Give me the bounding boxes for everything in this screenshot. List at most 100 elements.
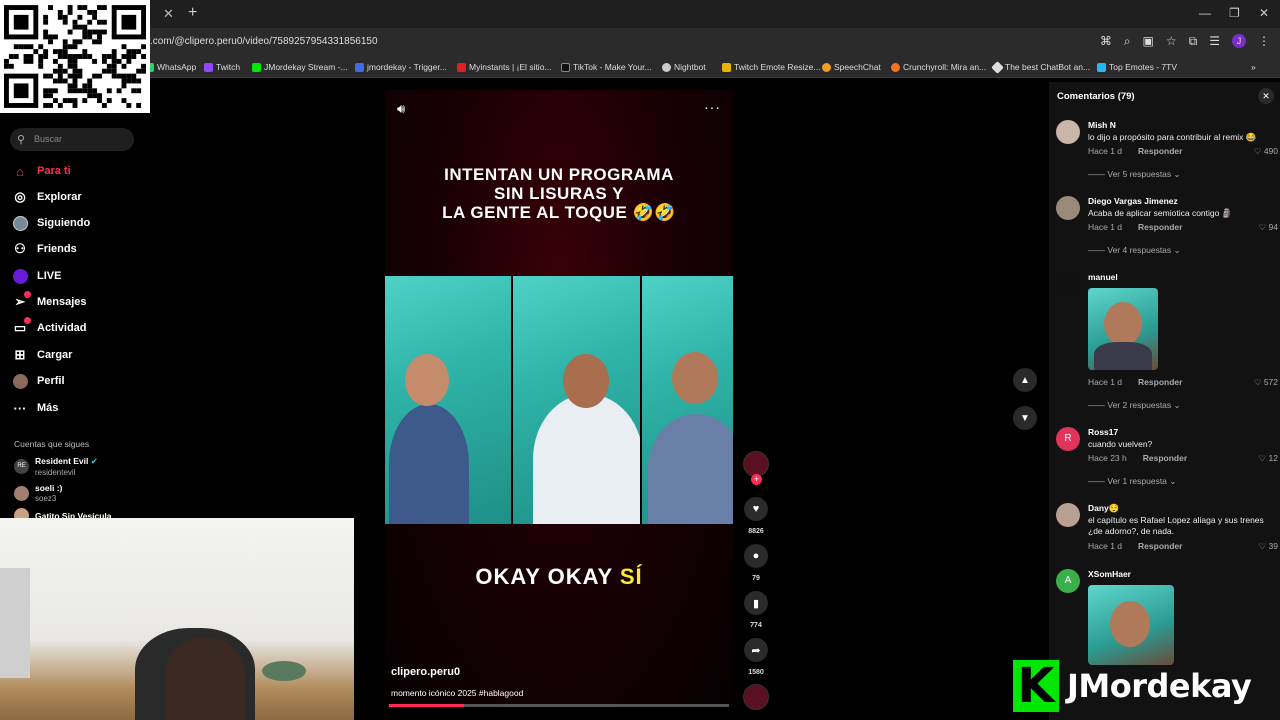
minimize-icon[interactable]: — (1199, 6, 1211, 20)
volume-icon[interactable]: 🔊︎ (397, 101, 405, 117)
follow-item[interactable]: soeli :) soez3 (14, 483, 62, 503)
qr-module (111, 54, 117, 59)
reply-button[interactable]: Responder (1138, 541, 1182, 551)
bookmark-whatsapp[interactable]: WhatsApp (145, 62, 196, 72)
follow-item[interactable]: RE Resident Evil ✔ residentevil (14, 456, 98, 477)
view-replies-button[interactable]: —— Ver 5 respuestas ⌄ (1088, 169, 1181, 180)
share-button[interactable]: ➦ (744, 638, 768, 662)
translate-icon[interactable]: ⌘ (1100, 34, 1112, 49)
search-input[interactable]: Buscar (10, 128, 134, 151)
qr-module (57, 54, 63, 59)
qr-module (57, 78, 63, 84)
bookmark-trigger[interactable]: jmordekay - Trigger... (355, 62, 447, 72)
bookmark-jmordekay-stream[interactable]: JMordekay Stream -... (252, 62, 348, 72)
live-icon (12, 268, 28, 284)
nav-perfil[interactable]: Perfil (12, 370, 65, 392)
profile-avatar[interactable]: J (1232, 34, 1246, 48)
qr-module (101, 5, 107, 10)
comment-image[interactable] (1088, 585, 1174, 665)
qr-module (141, 68, 146, 74)
reply-button[interactable]: Responder (1138, 146, 1182, 156)
video-player[interactable]: 🔊︎ ··· INTENTAN UN PROGRAMA SIN LISURAS … (385, 90, 733, 708)
tab-close-icon[interactable]: ✕ (163, 6, 174, 22)
compass-icon: ◎ (14, 189, 26, 204)
restore-icon[interactable]: ❐ (1229, 6, 1240, 20)
like-button[interactable]: ♥ (744, 497, 768, 521)
qr-module (43, 19, 49, 25)
nav-explorar[interactable]: ◎ Explorar (12, 186, 81, 208)
bookmark-speechchat[interactable]: SpeechChat (822, 62, 881, 72)
bookmark-myinstants[interactable]: Myinstants | ¡El sitio... (457, 62, 552, 72)
comment-button[interactable]: ● (744, 544, 768, 568)
view-replies-button[interactable]: —— Ver 2 respuestas ⌄ (1088, 400, 1181, 411)
bookmark-twitch-emote[interactable]: Twitch Emote Resize... (722, 62, 820, 72)
qr-module (67, 44, 73, 50)
qr-module (77, 54, 83, 59)
avatar[interactable] (1056, 196, 1080, 220)
avatar[interactable]: R (1056, 427, 1080, 451)
follow-plus-icon[interactable]: + (751, 474, 762, 485)
qr-module (33, 49, 39, 55)
bookmark-7tv[interactable]: Top Emotes - 7TV (1097, 62, 1177, 72)
qr-module (67, 9, 73, 15)
qr-module (57, 9, 63, 15)
bookmark-chatbot[interactable]: The best ChatBot an... (991, 60, 1090, 74)
qr-module (87, 83, 93, 89)
nav-mensajes[interactable]: ➢ Mensajes (12, 291, 87, 313)
nav-live[interactable]: LIVE (12, 265, 61, 287)
video-author[interactable]: clipero.peru0 (391, 666, 460, 678)
nav-para-ti[interactable]: ⌂ Para ti (12, 160, 71, 182)
qr-module (111, 68, 117, 74)
reply-button[interactable]: Responder (1143, 453, 1187, 463)
view-replies-button[interactable]: —— Ver 4 respuestas ⌄ (1088, 245, 1181, 256)
comment-like-button[interactable]: ♡ 39 (1259, 541, 1278, 552)
bookmark-tiktok[interactable]: TikTok - Make Your... (561, 62, 652, 72)
qr-module (116, 88, 122, 94)
more-options-icon[interactable]: ··· (704, 99, 721, 115)
bookmark-crunchyroll[interactable]: Crunchyroll: Mira an... (891, 62, 986, 72)
qr-module (101, 19, 107, 25)
reading-list-icon[interactable]: ☰ (1209, 34, 1220, 49)
qr-module (13, 44, 19, 50)
activity-icon: ▭ (12, 317, 31, 336)
nav-mas[interactable]: ··· Más (12, 397, 59, 419)
comment-like-button[interactable]: ♡ 12 (1259, 453, 1278, 464)
next-video-button[interactable]: ▼ (1013, 406, 1037, 430)
view-replies-button[interactable]: —— Ver 1 respuesta ⌄ (1088, 476, 1176, 487)
comment-like-button[interactable]: ♡ 490 (1254, 146, 1278, 157)
comment-like-button[interactable]: ♡ 572 (1254, 377, 1278, 388)
avatar[interactable] (1056, 272, 1080, 296)
reply-button[interactable]: Responder (1138, 222, 1182, 232)
nav-friends[interactable]: ⚇ Friends (12, 238, 77, 260)
bookmark-nightbot[interactable]: Nightbot (662, 62, 706, 72)
previous-video-button[interactable]: ▲ (1013, 368, 1037, 392)
avatar[interactable] (1056, 120, 1080, 144)
menu-icon[interactable]: ⋮ (1258, 34, 1270, 49)
star-icon[interactable]: ☆ (1166, 34, 1177, 49)
avatar[interactable] (1056, 503, 1080, 527)
nav-actividad[interactable]: ▭ Actividad (12, 317, 87, 339)
new-tab-icon[interactable]: + (188, 4, 197, 22)
cast-icon[interactable]: ▣ (1143, 34, 1154, 49)
sound-disc-icon[interactable] (743, 684, 769, 710)
nav-siguiendo[interactable]: Siguiendo (12, 212, 90, 234)
qr-module (62, 39, 68, 45)
save-button[interactable]: ▮ (744, 591, 768, 615)
comment-like-button[interactable]: ♡ 94 (1259, 222, 1278, 233)
qr-module (87, 29, 93, 35)
nav-cargar[interactable]: ⊞ Cargar (12, 344, 73, 366)
avatar[interactable]: A (1056, 569, 1080, 593)
zoom-icon[interactable]: ⌕ (1124, 34, 1131, 49)
window-close-icon[interactable]: ✕ (1259, 6, 1269, 20)
bookmarks-overflow-icon[interactable]: » (1251, 62, 1256, 72)
heart-outline-icon: ♡ (1253, 377, 1262, 387)
bookmark-twitch[interactable]: Twitch (204, 62, 240, 72)
extensions-icon[interactable]: ⧉ (1189, 34, 1198, 49)
url-field[interactable]: .com/@clipero.peru0/video/75892579543318… (150, 36, 378, 47)
qr-module (106, 88, 112, 94)
video-progress-bar[interactable] (389, 704, 729, 707)
qr-module (131, 54, 137, 59)
comment-image[interactable] (1088, 288, 1158, 370)
reply-button[interactable]: Responder (1138, 377, 1182, 387)
close-comments-button[interactable]: ✕ (1258, 88, 1274, 104)
